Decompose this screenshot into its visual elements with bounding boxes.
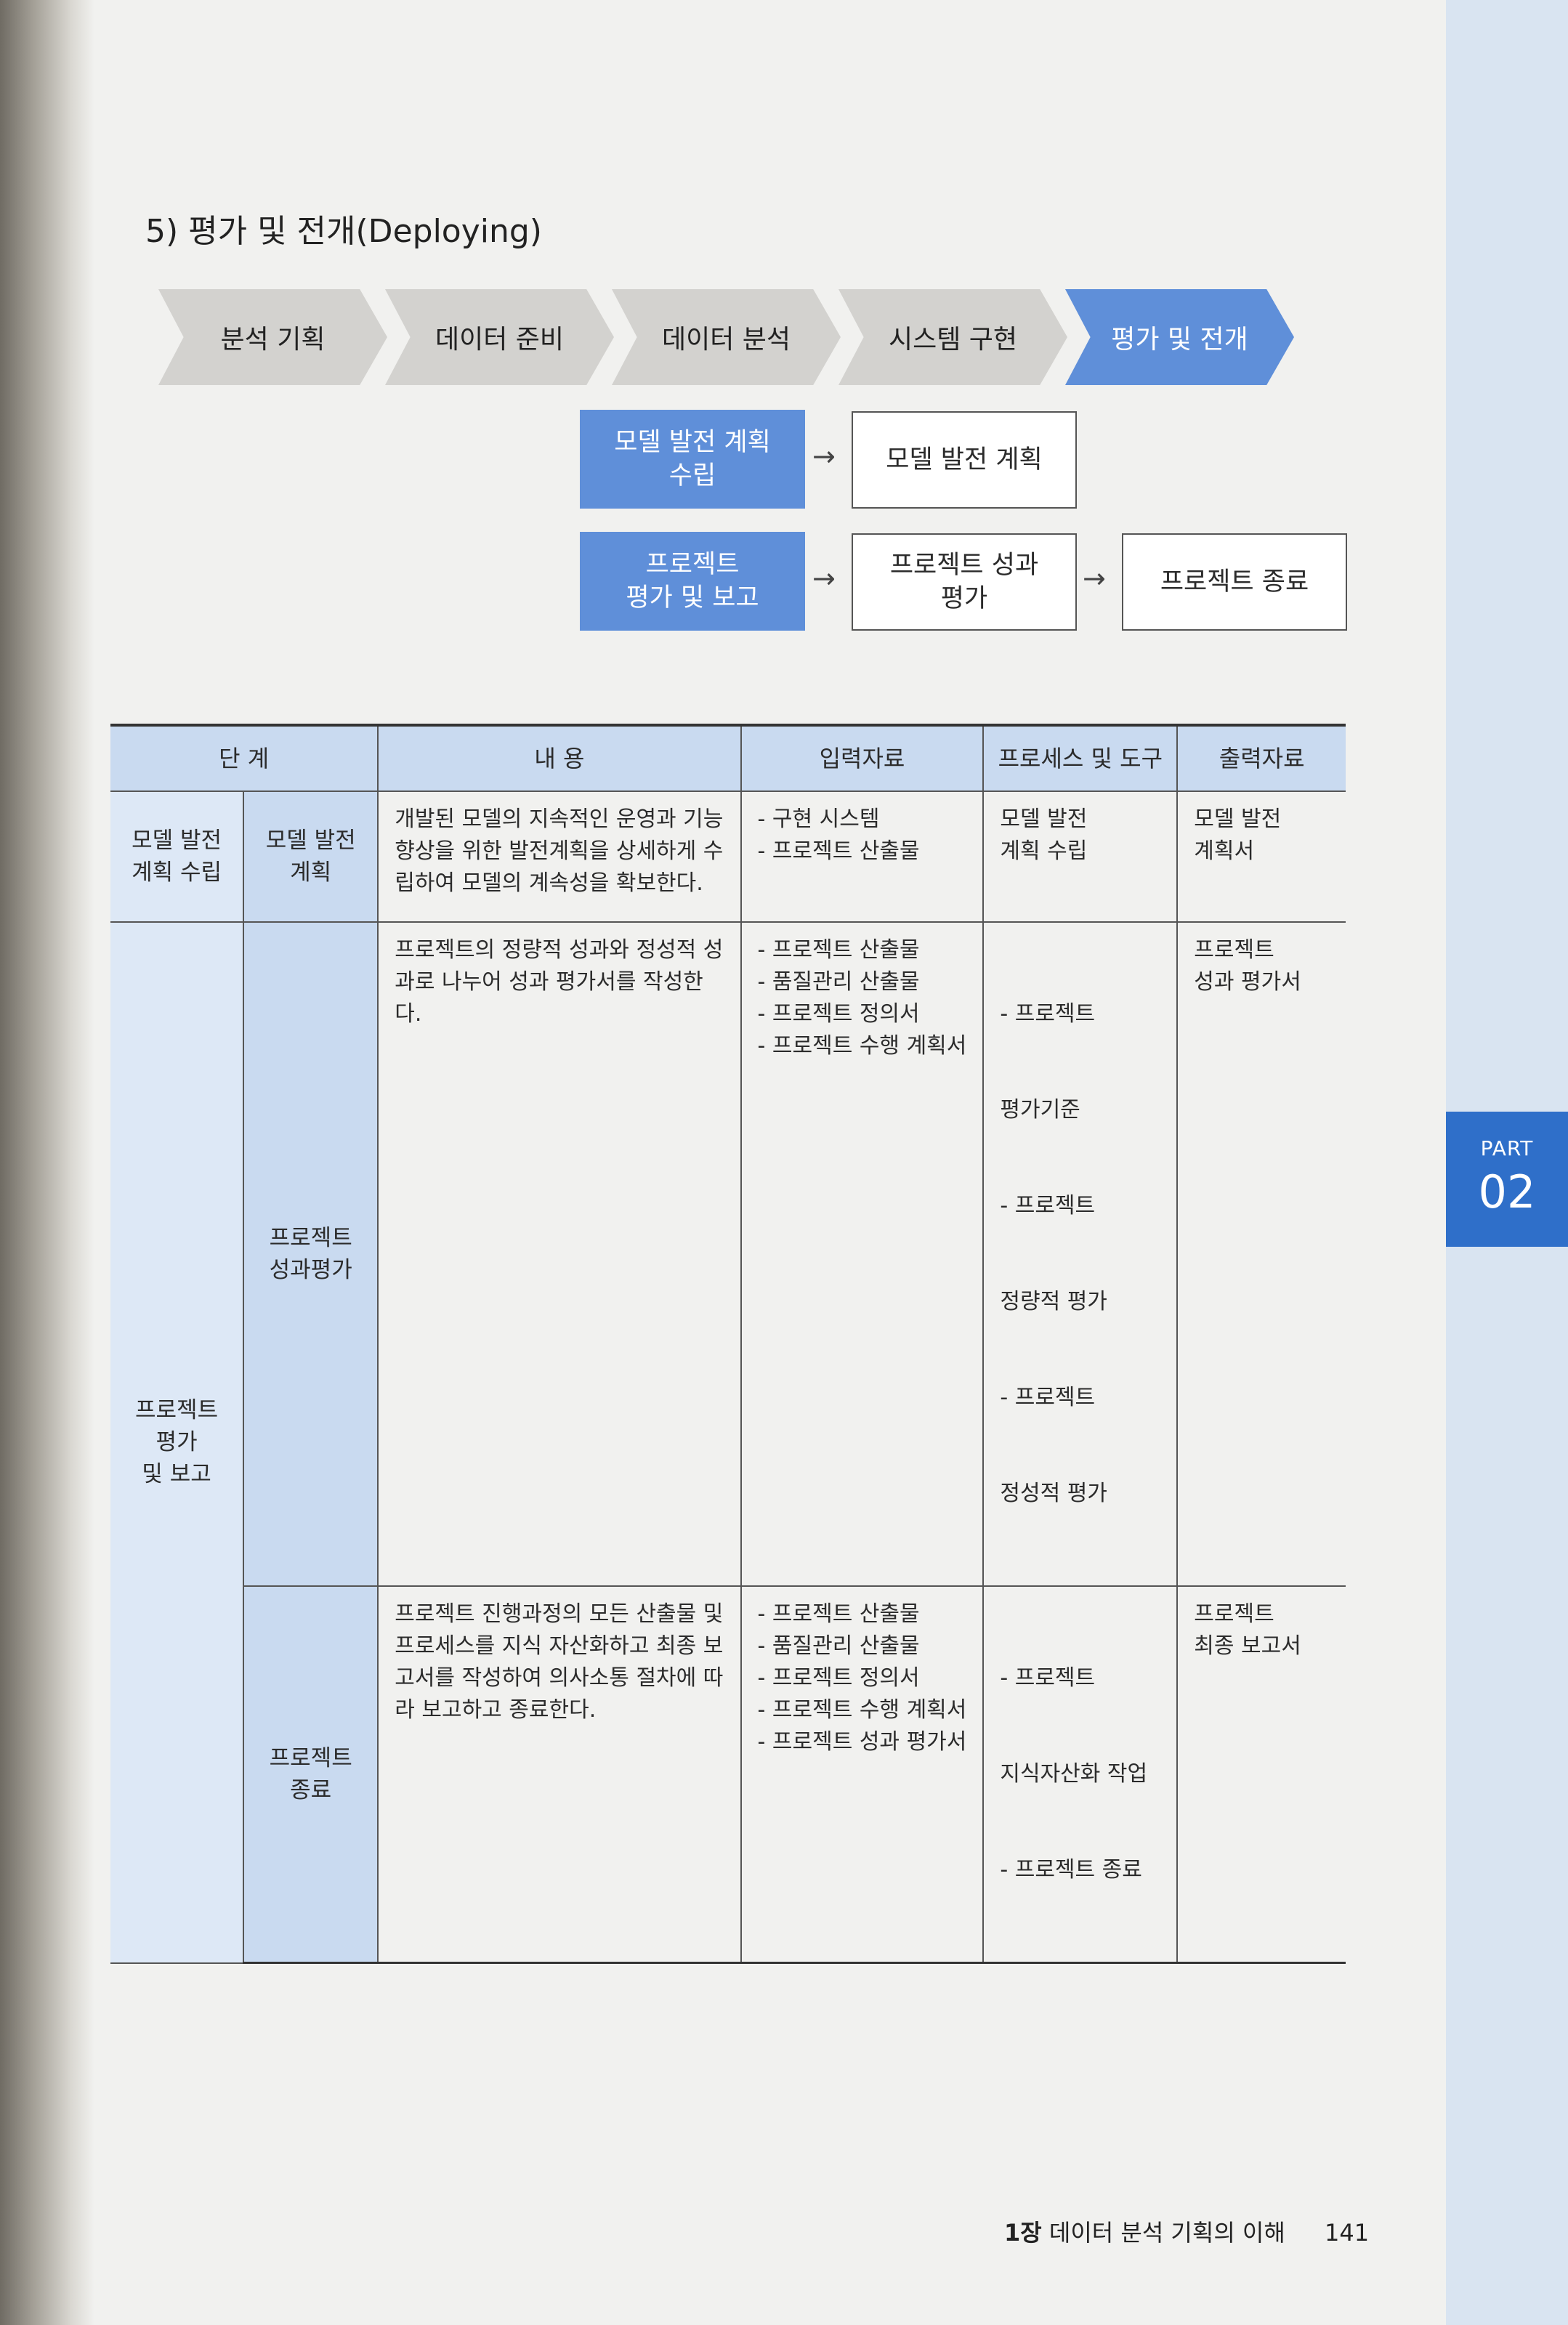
process-item: - 프로젝트 <box>1000 1385 1096 1410</box>
book-spine-shadow <box>0 0 94 2325</box>
task-model-plan: 모델 발전 계획 수립 <box>580 410 805 509</box>
process-cell: 모델 발전 계획 수립 <box>982 790 1179 923</box>
flow-step-2: 데이터 준비 <box>385 289 614 385</box>
arrow-icon: → <box>812 440 836 472</box>
input-item: - 프로젝트 산출물 <box>757 937 920 963</box>
content-text: 프로젝트 진행과정의 모든 산출물 및 프로세스를 지식 자산화하고 최종 보고… <box>395 1601 724 1723</box>
deploy-table: 단 계 내 용 입력자료 프로세스 및 도구 출력자료 모델 발전 계획 수립 … <box>110 724 1346 1964</box>
table-row: 모델 발전 계획 수립 모델 발전 계획 개발된 모델의 지속적인 운영과 기능… <box>110 790 1346 923</box>
output-cell: 프로젝트 최종 보고서 <box>1176 1585 1346 1964</box>
part-tab: PART 02 <box>1446 1112 1568 1247</box>
output-cell: 프로젝트 성과 평가서 <box>1176 921 1346 1587</box>
output-model-plan: 모델 발전 계획 <box>852 411 1077 509</box>
content-cell: 프로젝트의 정량적 성과와 정성적 성과로 나누어 성과 평가서를 작성한다. <box>377 921 742 1587</box>
table-row: 프로젝트 평가 및 보고 프로젝트 성과평가 프로젝트의 정량적 성과와 정성적… <box>110 921 1346 1964</box>
stage-line: 평가 <box>155 1429 198 1456</box>
output-item: 최종 보고서 <box>1194 1633 1301 1659</box>
output-line: 모델 발전 계획 <box>886 445 1043 474</box>
content-text: 개발된 모델의 지속적인 운영과 기능 향상을 위한 발전계획을 상세하게 수립… <box>395 806 724 896</box>
part-label: PART <box>1480 1136 1534 1160</box>
flow-step-5: 평가 및 전개 <box>1065 289 1294 385</box>
input-item: - 프로젝트 산출물 <box>757 1601 920 1627</box>
footer-title: 데이터 분석 기획의 이해 <box>1048 2219 1285 2247</box>
output-item: 프로젝트 <box>1194 937 1274 963</box>
substage-line: 성과평가 <box>269 1257 352 1283</box>
part-number: 02 <box>1478 1165 1536 1218</box>
header-stage: 단 계 <box>110 724 379 792</box>
content-cell: 개발된 모델의 지속적인 운영과 기능 향상을 위한 발전계획을 상세하게 수립… <box>377 790 742 923</box>
content-cell: 프로젝트 진행과정의 모든 산출물 및 프로세스를 지식 자산화하고 최종 보고… <box>377 1585 742 1964</box>
substage-cell: 프로젝트 성과평가 <box>243 921 379 1587</box>
substage-cell: 모델 발전 계획 <box>243 790 379 923</box>
substage-line: 종료 <box>290 1777 332 1803</box>
stage-line: 프로젝트 <box>135 1397 219 1424</box>
process-item: - 프로젝트 <box>1000 1193 1096 1218</box>
arrow-icon: → <box>1083 562 1106 594</box>
input-item: - 프로젝트 성과 평가서 <box>757 1729 967 1755</box>
input-item: - 구현 시스템 <box>757 806 880 832</box>
header-content: 내 용 <box>377 724 742 792</box>
stage-cell: 프로젝트 평가 및 보고 <box>110 921 245 1964</box>
input-item: - 프로젝트 정의서 <box>757 1001 920 1027</box>
content-text: 프로젝트의 정량적 성과와 정성적 성과로 나누어 성과 평가서를 작성한다. <box>395 937 724 1027</box>
output-line: 프로젝트 성과 <box>889 551 1039 580</box>
input-item: - 프로젝트 수행 계획서 <box>757 1033 967 1059</box>
process-item: 모델 발전 <box>1000 806 1088 832</box>
substage-line: 모델 발전 <box>265 828 356 854</box>
process-cell: - 프로젝트 지식자산화 작업 - 프로젝트 종료 <box>982 1585 1179 1964</box>
task-line: 프로젝트 <box>645 550 740 579</box>
stage-cell: 모델 발전 계획 수립 <box>110 790 245 923</box>
header-output: 출력자료 <box>1176 724 1346 792</box>
substage-line: 프로젝트 <box>269 1745 352 1771</box>
input-item: - 프로젝트 수행 계획서 <box>757 1697 967 1723</box>
stage-line: 및 보고 <box>142 1461 211 1488</box>
process-item: 평가기준 <box>1000 1097 1080 1123</box>
table-row: 프로젝트 종료 프로젝트 진행과정의 모든 산출물 및 프로세스를 지식 자산화… <box>110 1585 1346 1964</box>
process-item: 정량적 평가 <box>1000 1289 1107 1314</box>
stage-line: 계획 수립 <box>132 860 222 886</box>
input-item: - 품질관리 산출물 <box>757 969 920 995</box>
output-line: 프로젝트 종료 <box>1160 567 1309 597</box>
page-number: 141 <box>1324 2219 1370 2247</box>
input-item: - 프로젝트 산출물 <box>757 838 920 864</box>
input-cell: - 프로젝트 산출물 - 품질관리 산출물 - 프로젝트 정의서 - 프로젝트 … <box>740 921 985 1587</box>
input-item: - 품질관리 산출물 <box>757 1633 920 1659</box>
output-project-close: 프로젝트 종료 <box>1122 533 1347 631</box>
footer-chapter: 1장 <box>1004 2219 1042 2247</box>
table-header-row: 단 계 내 용 입력자료 프로세스 및 도구 출력자료 <box>110 724 1346 792</box>
substage-line: 계획 <box>290 860 332 886</box>
section-title: 5) 평가 및 전개(Deploying) <box>145 213 542 250</box>
output-item: 모델 발전 <box>1194 806 1282 832</box>
task-line: 모델 발전 계획 <box>614 428 771 457</box>
stage-line: 모델 발전 <box>132 828 222 854</box>
substage-line: 프로젝트 <box>269 1225 352 1251</box>
process-item: - 프로젝트 <box>1000 1001 1096 1027</box>
arrow-icon: → <box>812 562 836 594</box>
output-item: 성과 평가서 <box>1194 969 1301 995</box>
output-line: 평가 <box>940 584 988 613</box>
flow-step-1: 분석 기획 <box>158 289 387 385</box>
process-cell: - 프로젝트 평가기준 - 프로젝트 정량적 평가 - 프로젝트 정성적 평가 <box>982 921 1179 1587</box>
task-line: 수립 <box>668 461 716 490</box>
input-cell: - 구현 시스템 - 프로젝트 산출물 <box>740 790 985 923</box>
header-process: 프로세스 및 도구 <box>982 724 1179 792</box>
input-cell: - 프로젝트 산출물 - 품질관리 산출물 - 프로젝트 정의서 - 프로젝트 … <box>740 1585 985 1964</box>
input-item: - 프로젝트 정의서 <box>757 1665 920 1691</box>
output-cell: 모델 발전 계획서 <box>1176 790 1346 923</box>
output-project-eval: 프로젝트 성과 평가 <box>852 533 1077 631</box>
process-item: 지식자산화 작업 <box>1000 1761 1148 1787</box>
process-item: - 프로젝트 <box>1000 1665 1096 1691</box>
output-item: 프로젝트 <box>1194 1601 1274 1627</box>
flow-step-3: 데이터 분석 <box>612 289 841 385</box>
task-line: 평가 및 보고 <box>626 583 759 612</box>
process-item: - 프로젝트 종료 <box>1000 1857 1142 1883</box>
page-footer: 1장 데이터 분석 기획의 이해 141 <box>1004 2215 1369 2248</box>
substage-cell: 프로젝트 종료 <box>243 1585 379 1964</box>
process-item: 계획 수립 <box>1000 838 1088 864</box>
flow-step-4: 시스템 구현 <box>838 289 1067 385</box>
output-item: 계획서 <box>1194 838 1255 864</box>
process-item: 정성적 평가 <box>1000 1481 1107 1506</box>
task-project-eval: 프로젝트 평가 및 보고 <box>580 532 805 631</box>
header-input: 입력자료 <box>740 724 985 792</box>
